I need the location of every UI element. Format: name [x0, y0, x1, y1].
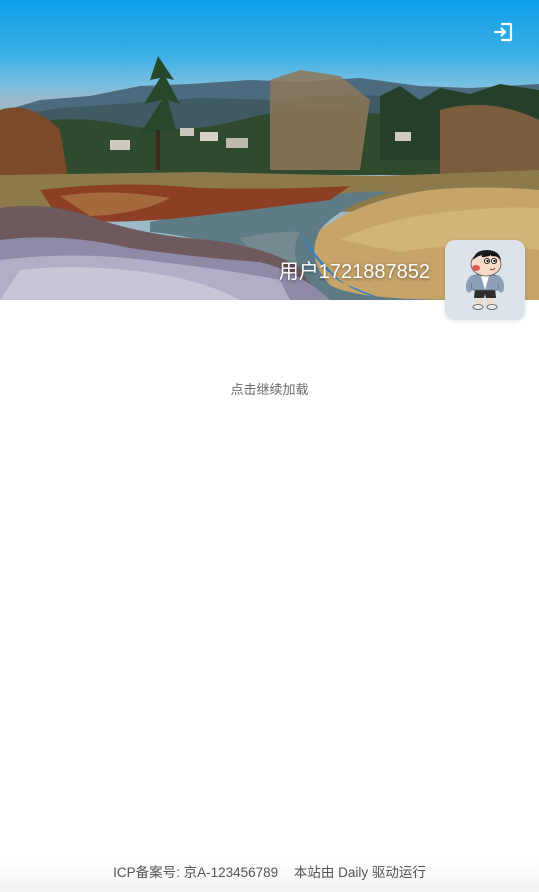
- load-more-button[interactable]: 点击继续加载: [0, 380, 539, 400]
- icp-link[interactable]: ICP备案号: 京A-123456789: [113, 865, 278, 880]
- login-icon: [493, 22, 513, 42]
- footer: ICP备案号: 京A-123456789 本站由 Daily 驱动运行: [0, 858, 539, 892]
- powered-by-text[interactable]: 本站由 Daily 驱动运行: [294, 865, 426, 880]
- login-button[interactable]: [491, 20, 515, 44]
- avatar[interactable]: [445, 240, 525, 320]
- username: 用户1721887852: [278, 261, 430, 283]
- cartoon-boy-avatar-icon: [465, 250, 505, 310]
